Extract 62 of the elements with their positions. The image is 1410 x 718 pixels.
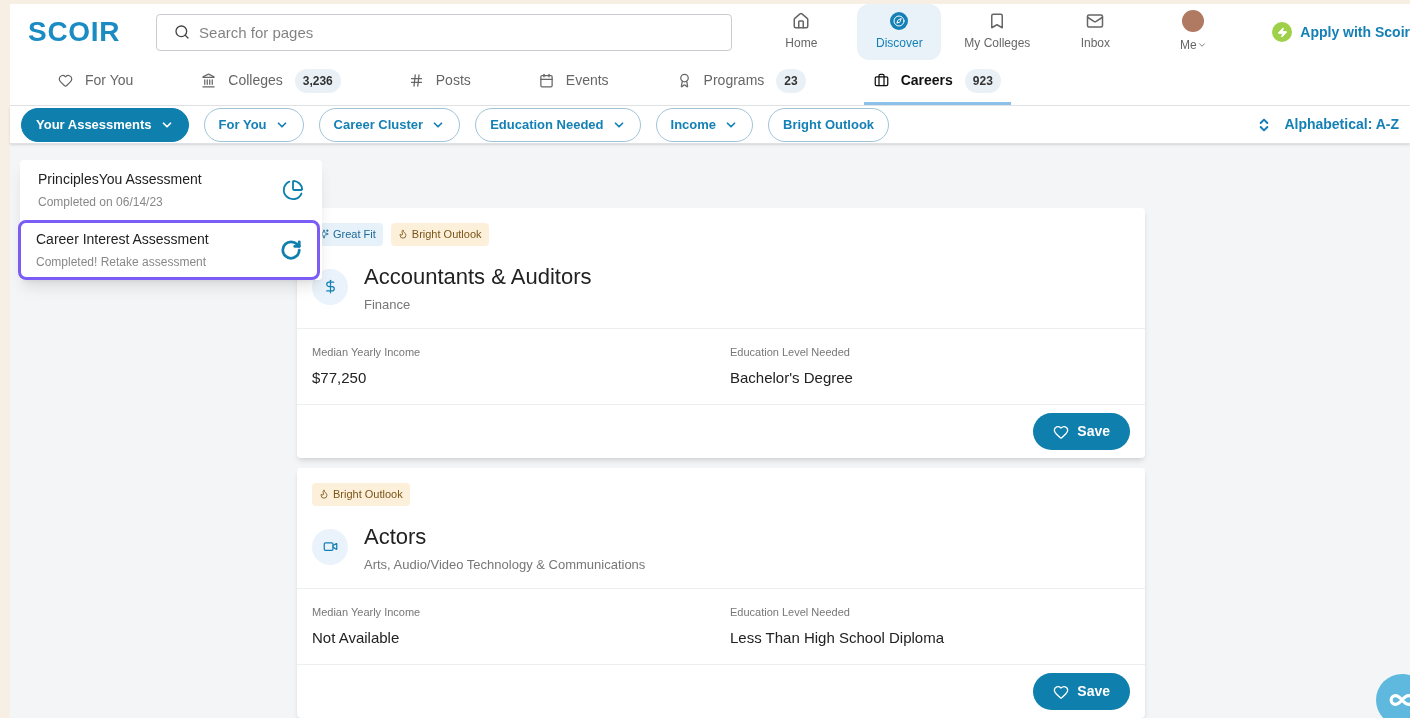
nav-item[interactable]: Me [1151, 4, 1236, 60]
filter-button[interactable]: Bright Outlook [768, 107, 890, 142]
category-tab[interactable]: For You [48, 59, 144, 105]
pie-chart-icon [282, 179, 304, 201]
category-tab[interactable]: Colleges 3,236 [191, 59, 351, 105]
caret-icon [1196, 40, 1207, 50]
income-value: $77,250 [312, 367, 368, 388]
tag: Bright Outlook [312, 483, 410, 506]
compass-icon [890, 12, 909, 30]
career-cluster: Finance [364, 295, 412, 314]
search-field[interactable]: Search for pages [156, 13, 733, 51]
count-badge: 3,236 [294, 68, 341, 93]
menu-item[interactable]: Career Interest Assessment Completed! Retake assessment [18, 220, 320, 280]
filter-button[interactable]: Your Assessments [21, 107, 189, 142]
category-tab[interactable]: Posts [398, 59, 481, 105]
flame-icon [319, 489, 329, 500]
field-label: Median Yearly Income [312, 605, 422, 620]
search-icon [174, 23, 191, 40]
nav-item[interactable]: Discover [857, 4, 942, 60]
save-button[interactable]: Save [1033, 413, 1130, 450]
nav-item[interactable]: Home [759, 4, 844, 60]
field-label: Education Level Needed [730, 605, 851, 620]
flame-icon [397, 229, 408, 240]
home-icon [792, 12, 811, 30]
education-value: Bachelor's Degree [730, 367, 854, 388]
filter-button[interactable]: For You [203, 107, 304, 142]
nav-item[interactable]: My Colleges [955, 4, 1040, 60]
career-title: Actors [364, 522, 428, 551]
retake-icon [280, 239, 302, 261]
avatar-icon [1182, 10, 1205, 32]
career-cluster: Arts, Audio/Video Technology & Communications [364, 555, 646, 574]
scoir-logo[interactable]: SCOIR [28, 11, 157, 53]
mail-icon [1086, 12, 1105, 30]
field-label: Median Yearly Income [312, 345, 422, 360]
heart-icon [1053, 423, 1070, 440]
career-title: Accountants & Auditors [364, 262, 592, 291]
hash-icon [408, 73, 424, 88]
calendar-icon [538, 73, 554, 88]
save-button[interactable]: Save [1033, 673, 1130, 710]
bolt-icon [1272, 22, 1293, 42]
menu-item[interactable]: PrinciplesYou Assessment Completed on 06/14/23 [20, 160, 322, 220]
briefcase-icon [873, 73, 889, 88]
nav-item[interactable]: Inbox [1053, 4, 1138, 60]
count-badge: 923 [964, 68, 1001, 93]
income-value: Not Available [312, 627, 401, 648]
filter-button[interactable]: Education Needed [475, 107, 641, 142]
bank-icon [201, 73, 217, 88]
field-label: Education Level Needed [730, 345, 851, 360]
tag: Bright Outlook [390, 223, 489, 246]
sparkle-icon [319, 229, 329, 240]
filter-button[interactable]: Income [655, 107, 754, 142]
video-camera-icon [312, 528, 348, 565]
category-tab[interactable]: Programs 23 [666, 59, 816, 105]
heart-icon [1053, 683, 1070, 700]
filter-button[interactable]: Career Cluster [318, 107, 461, 142]
dollar-icon [312, 268, 348, 305]
apply-button[interactable]: Apply with Scoir [1272, 21, 1410, 43]
category-tab[interactable]: Events [528, 59, 619, 105]
heart-icon [58, 73, 73, 88]
sort-button[interactable]: Alphabetical: A-Z [1256, 114, 1399, 135]
count-badge: 23 [776, 68, 806, 93]
education-value: Less Than High School Diploma [730, 627, 945, 648]
